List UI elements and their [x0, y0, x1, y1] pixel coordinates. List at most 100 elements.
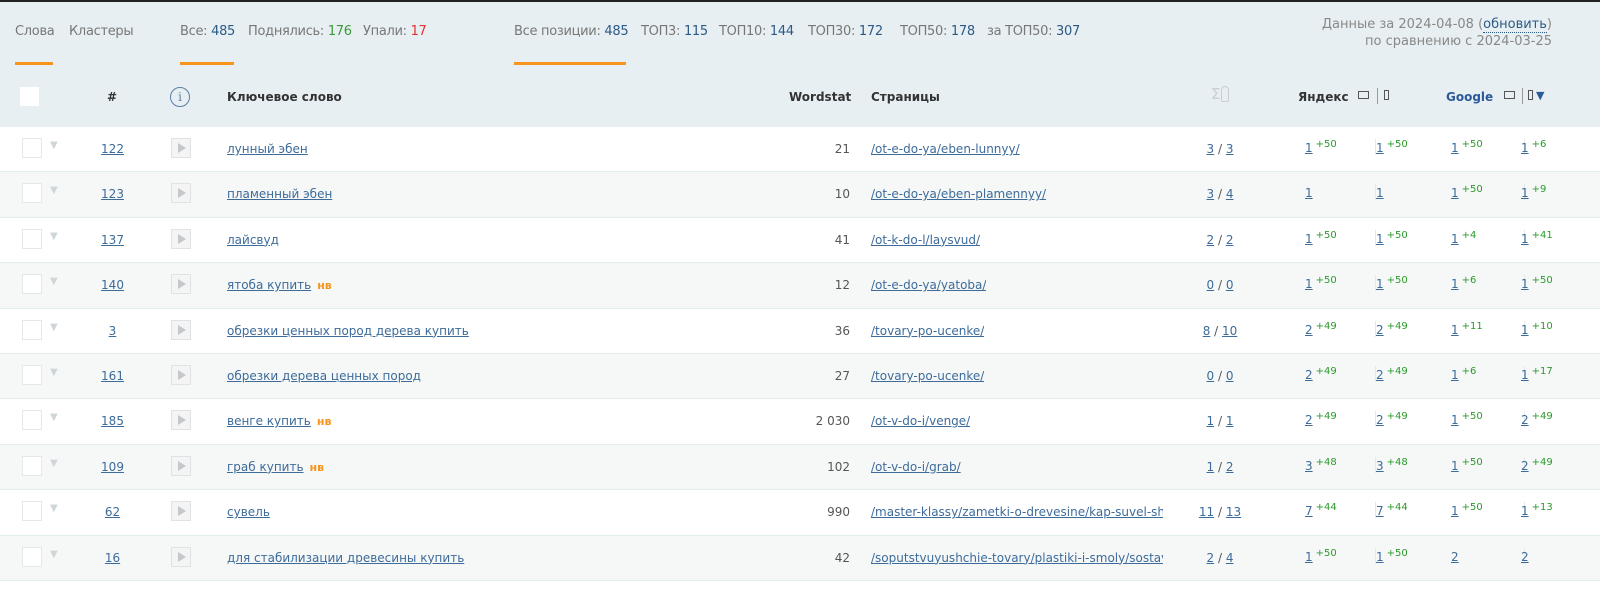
- row-checkbox[interactable]: [22, 501, 42, 522]
- count-link[interactable]: 8: [1203, 324, 1211, 338]
- col-wordstat[interactable]: Wordstat: [789, 90, 851, 104]
- count-link[interactable]: 0: [1226, 369, 1234, 383]
- count-link[interactable]: 3: [1207, 187, 1215, 201]
- position-link[interactable]: 1: [1305, 232, 1313, 246]
- expand-triangle-icon[interactable]: ▼: [50, 412, 58, 423]
- expand-triangle-icon[interactable]: ▼: [50, 231, 58, 242]
- pos-top10[interactable]: ТОП10: 144: [719, 24, 794, 39]
- row-number-link[interactable]: 161: [90, 369, 135, 383]
- keyword-link[interactable]: лайсвуд: [227, 233, 279, 247]
- tab-words[interactable]: Слова: [15, 24, 55, 39]
- position-link[interactable]: 1: [1521, 232, 1529, 246]
- sort-down-icon[interactable]: ▼: [1536, 89, 1544, 102]
- pos-all[interactable]: Все позиции: 485: [514, 24, 629, 39]
- count-link[interactable]: 2: [1226, 460, 1234, 474]
- position-link[interactable]: 1: [1451, 232, 1459, 246]
- keyword-link[interactable]: лунный эбен: [227, 142, 308, 156]
- page-link[interactable]: /soputstvuyushchie-tovary/plastiki-i-smo…: [871, 551, 1163, 565]
- count-link[interactable]: 0: [1226, 278, 1234, 292]
- filter-down[interactable]: Упали: 17: [363, 24, 427, 39]
- pos-top3[interactable]: ТОП3: 115: [641, 24, 708, 39]
- position-link[interactable]: 1: [1451, 413, 1459, 427]
- col-num[interactable]: #: [107, 90, 117, 104]
- keyword-link[interactable]: обрезки дерева ценных пород: [227, 369, 421, 383]
- page-link[interactable]: /ot-k-do-l/laysvud/: [871, 233, 980, 247]
- page-link[interactable]: /ot-e-do-ya/eben-plamennyy/: [871, 187, 1046, 201]
- position-link[interactable]: 1: [1521, 368, 1529, 382]
- page-link[interactable]: /ot-e-do-ya/eben-lunnyy/: [871, 142, 1020, 156]
- position-link[interactable]: 2: [1305, 368, 1313, 382]
- col-keyword[interactable]: Ключевое слово: [227, 90, 342, 104]
- keyword-link[interactable]: ятоба купить: [227, 278, 311, 292]
- row-number-link[interactable]: 137: [90, 233, 135, 247]
- info-icon[interactable]: i: [170, 87, 190, 107]
- count-link[interactable]: 1: [1207, 460, 1215, 474]
- expand-triangle-icon[interactable]: ▼: [50, 140, 58, 151]
- position-link[interactable]: 1: [1451, 459, 1459, 473]
- play-icon[interactable]: [171, 138, 191, 158]
- position-link[interactable]: 1: [1376, 186, 1384, 200]
- row-checkbox[interactable]: [22, 455, 42, 476]
- count-link[interactable]: 1: [1226, 414, 1234, 428]
- position-link[interactable]: 1: [1376, 550, 1384, 564]
- desktop-icon[interactable]: [1358, 91, 1369, 99]
- play-icon[interactable]: [171, 319, 191, 340]
- pos-over50[interactable]: за ТОП50: 307: [987, 24, 1080, 39]
- position-link[interactable]: 2: [1376, 368, 1384, 382]
- row-checkbox[interactable]: [22, 138, 42, 158]
- position-link[interactable]: 1: [1305, 277, 1313, 291]
- filter-all[interactable]: Все: 485: [180, 24, 235, 39]
- keyword-link[interactable]: сувель: [227, 505, 270, 519]
- position-link[interactable]: 1: [1521, 277, 1529, 291]
- row-checkbox[interactable]: [22, 319, 42, 340]
- position-link[interactable]: 1: [1521, 504, 1529, 518]
- position-link[interactable]: 2: [1521, 413, 1529, 427]
- position-link[interactable]: 2: [1521, 550, 1529, 564]
- position-link[interactable]: 2: [1305, 323, 1313, 337]
- row-number-link[interactable]: 185: [90, 414, 135, 428]
- play-icon[interactable]: [171, 455, 191, 476]
- play-icon[interactable]: [171, 228, 191, 249]
- select-all-checkbox[interactable]: [20, 87, 39, 106]
- play-icon[interactable]: [171, 501, 191, 522]
- row-number-link[interactable]: 140: [90, 278, 135, 292]
- row-checkbox[interactable]: [22, 410, 42, 431]
- count-link[interactable]: 2: [1226, 233, 1234, 247]
- tab-clusters[interactable]: Кластеры: [69, 24, 134, 39]
- row-number-link[interactable]: 3: [90, 324, 135, 338]
- position-link[interactable]: 1: [1521, 186, 1529, 200]
- position-link[interactable]: 1: [1451, 368, 1459, 382]
- row-number-link[interactable]: 62: [90, 505, 135, 519]
- position-link[interactable]: 2: [1376, 323, 1384, 337]
- position-link[interactable]: 1: [1451, 323, 1459, 337]
- expand-triangle-icon[interactable]: ▼: [50, 549, 58, 560]
- page-link[interactable]: /tovary-po-ucenke/: [871, 324, 984, 338]
- position-link[interactable]: 3: [1305, 459, 1313, 473]
- position-link[interactable]: 1: [1451, 277, 1459, 291]
- count-link[interactable]: 1: [1207, 414, 1215, 428]
- keyword-link[interactable]: для стабилизации древесины купить: [227, 551, 464, 565]
- row-checkbox[interactable]: [22, 274, 42, 295]
- page-link[interactable]: /ot-e-do-ya/yatoba/: [871, 278, 986, 292]
- play-icon[interactable]: [171, 183, 191, 204]
- count-link[interactable]: 3: [1207, 142, 1215, 156]
- row-checkbox[interactable]: [22, 228, 42, 249]
- filter-up[interactable]: Поднялись: 176: [248, 24, 352, 39]
- col-yandex[interactable]: Яндекс: [1298, 90, 1349, 104]
- position-link[interactable]: 1: [1376, 141, 1384, 155]
- play-icon[interactable]: [171, 546, 191, 567]
- count-link[interactable]: 0: [1207, 278, 1215, 292]
- expand-triangle-icon[interactable]: ▼: [50, 503, 58, 514]
- expand-triangle-icon[interactable]: ▼: [50, 322, 58, 333]
- keyword-link[interactable]: обрезки ценных пород дерева купить: [227, 324, 469, 338]
- row-checkbox[interactable]: [22, 364, 42, 385]
- position-link[interactable]: 2: [1376, 413, 1384, 427]
- play-icon[interactable]: [171, 274, 191, 295]
- count-link[interactable]: 2: [1207, 233, 1215, 247]
- position-link[interactable]: 1: [1305, 550, 1313, 564]
- position-link[interactable]: 1: [1376, 277, 1384, 291]
- sum-user-icon[interactable]: Σ: [1211, 85, 1230, 103]
- page-link[interactable]: /ot-v-do-i/venge/: [871, 414, 970, 428]
- count-link[interactable]: 11: [1199, 505, 1214, 519]
- count-link[interactable]: 4: [1226, 187, 1234, 201]
